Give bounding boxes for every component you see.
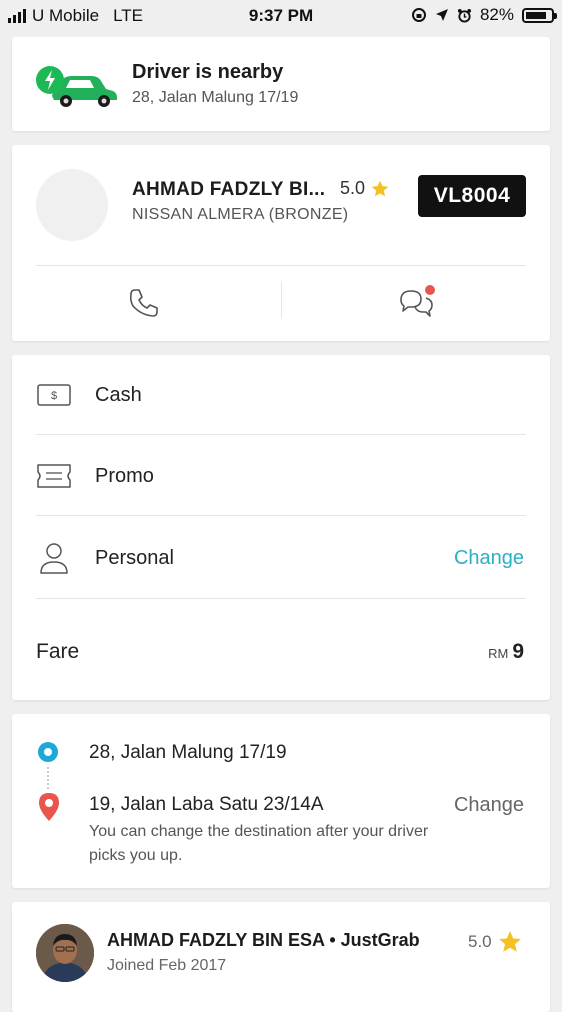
change-destination-button[interactable]: Change [454, 794, 524, 817]
rotation-lock-icon [411, 8, 426, 22]
route-connector [47, 767, 51, 789]
dropoff-pin-icon [39, 793, 59, 821]
divider-vertical [281, 281, 282, 319]
location-arrow-icon [435, 9, 448, 21]
driver-profile-rating-value: 5.0 [468, 932, 492, 951]
cash-icon: $ [36, 381, 72, 409]
chat-driver-button[interactable] [394, 281, 438, 325]
svg-text:$: $ [51, 390, 57, 402]
destination-note: You can change the destination after you… [89, 823, 429, 864]
car-model: NISSAN ALMERA (BRONZE) [132, 206, 349, 223]
alarm-icon [457, 8, 472, 23]
fare-amount: 9 [512, 640, 524, 663]
nearby-address: 28, Jalan Malung 17/19 [132, 89, 299, 106]
driver-photo [36, 924, 94, 982]
fare-currency: RM [488, 646, 509, 661]
nearby-title: Driver is nearby [132, 61, 284, 83]
dropoff-address: 19, Jalan Laba Satu 23/14A [89, 794, 324, 815]
divider [36, 265, 526, 266]
person-icon [36, 543, 72, 574]
pickup-address: 28, Jalan Malung 17/19 [89, 742, 287, 763]
divider [36, 515, 526, 516]
payment-row-label: Cash [95, 384, 142, 406]
payment-row-promo[interactable]: Promo [12, 436, 550, 516]
chat-badge [425, 285, 435, 295]
battery-fill [526, 11, 546, 19]
chat-icon [400, 285, 435, 317]
payment-row-label: Promo [95, 465, 154, 487]
driver-profile-rating: 5.0 [468, 929, 523, 955]
status-bar: U Mobile LTE 9:37 PM 82% [0, 0, 562, 32]
payment-row-personal[interactable]: Personal Change [12, 518, 550, 598]
status-right: 82% [411, 5, 557, 25]
pickup-dot-icon [38, 742, 58, 762]
license-plate: VL8004 [418, 175, 526, 217]
driver-name: AHMAD FADZLY BI... [132, 179, 326, 200]
driver-rating: 5.0 [340, 178, 390, 199]
driver-rating-value: 5.0 [340, 178, 366, 198]
fare-label: Fare [36, 640, 80, 663]
star-icon [498, 931, 521, 952]
payment-row-label: Personal [95, 547, 174, 569]
driver-profile-card: AHMAD FADZLY BIN ESA • JustGrab 5.0 Join… [12, 902, 550, 1012]
driver-nearby-card: Driver is nearby 28, Jalan Malung 17/19 [12, 37, 550, 131]
divider [36, 598, 526, 599]
driver-avatar [36, 169, 108, 241]
driver-full-name: AHMAD FADZLY BIN ESA • JustGrab [107, 930, 420, 950]
payment-row-cash[interactable]: $ Cash [12, 355, 550, 435]
ticket-icon [36, 462, 72, 490]
phone-icon [129, 289, 158, 317]
route-card: 28, Jalan Malung 17/19 19, Jalan Laba Sa… [12, 714, 550, 888]
divider [36, 434, 526, 435]
battery-percent: 82% [479, 5, 514, 24]
driver-joined-date: Joined Feb 2017 [107, 957, 227, 974]
fare-value: RM 9 [488, 640, 524, 664]
battery-icon [522, 7, 557, 23]
call-driver-button[interactable] [124, 283, 164, 323]
star-icon [371, 180, 389, 196]
driver-info-card: AHMAD FADZLY BI... 5.0 NISSAN ALMERA (BR… [12, 145, 550, 341]
payment-card: $ Cash Promo Personal Change Fare RM 9 [12, 355, 550, 700]
car-icon [34, 60, 124, 110]
change-payment-link[interactable]: Change [454, 547, 524, 570]
